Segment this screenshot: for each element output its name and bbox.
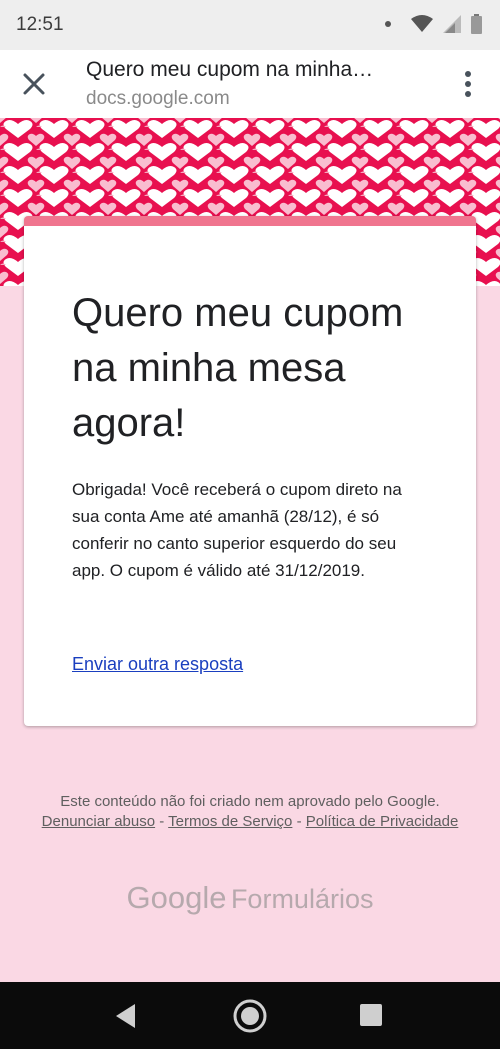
status-icons: [385, 14, 482, 34]
separator: -: [159, 813, 165, 830]
privacy-link[interactable]: Política de Privacidade: [306, 813, 459, 830]
more-vert-icon[interactable]: [464, 70, 472, 100]
submit-another-response-link[interactable]: Enviar outra resposta: [72, 654, 243, 675]
terms-link[interactable]: Termos de Serviço: [168, 813, 292, 830]
wifi-icon: [411, 15, 433, 32]
google-forms-logo[interactable]: Google Formulários: [0, 880, 500, 916]
notification-dot-icon: [385, 21, 391, 27]
home-icon[interactable]: [232, 998, 268, 1034]
battery-icon: [471, 14, 482, 34]
custom-tab-toolbar: Quero meu cupom na minha… docs.google.co…: [0, 50, 500, 119]
close-icon[interactable]: [18, 68, 50, 100]
system-navigation-bar: [0, 982, 500, 1049]
status-bar: 12:51: [0, 0, 500, 50]
brand-google: Google: [126, 880, 227, 915]
disclaimer-text: Este conteúdo não foi criado nem aprovad…: [60, 793, 440, 810]
recents-icon[interactable]: [360, 1004, 382, 1026]
page-title: Quero meu cupom na minha…: [86, 58, 374, 81]
brand-forms: Formulários: [230, 884, 374, 914]
status-time: 12:51: [16, 14, 64, 35]
confirmation-card: Quero meu cupom na minha mesa agora! Obr…: [24, 216, 476, 726]
page-url: docs.google.com: [86, 88, 230, 109]
separator: -: [296, 813, 302, 830]
report-abuse-link[interactable]: Denunciar abuso: [42, 813, 155, 830]
footer-disclaimer: Este conteúdo não foi criado nem aprovad…: [30, 792, 470, 832]
signal-icon: [443, 15, 461, 33]
confirmation-message: Obrigada! Você receberá o cupom direto n…: [72, 480, 402, 580]
back-icon[interactable]: [113, 1002, 139, 1030]
form-title: Quero meu cupom na minha mesa agora!: [72, 291, 404, 445]
